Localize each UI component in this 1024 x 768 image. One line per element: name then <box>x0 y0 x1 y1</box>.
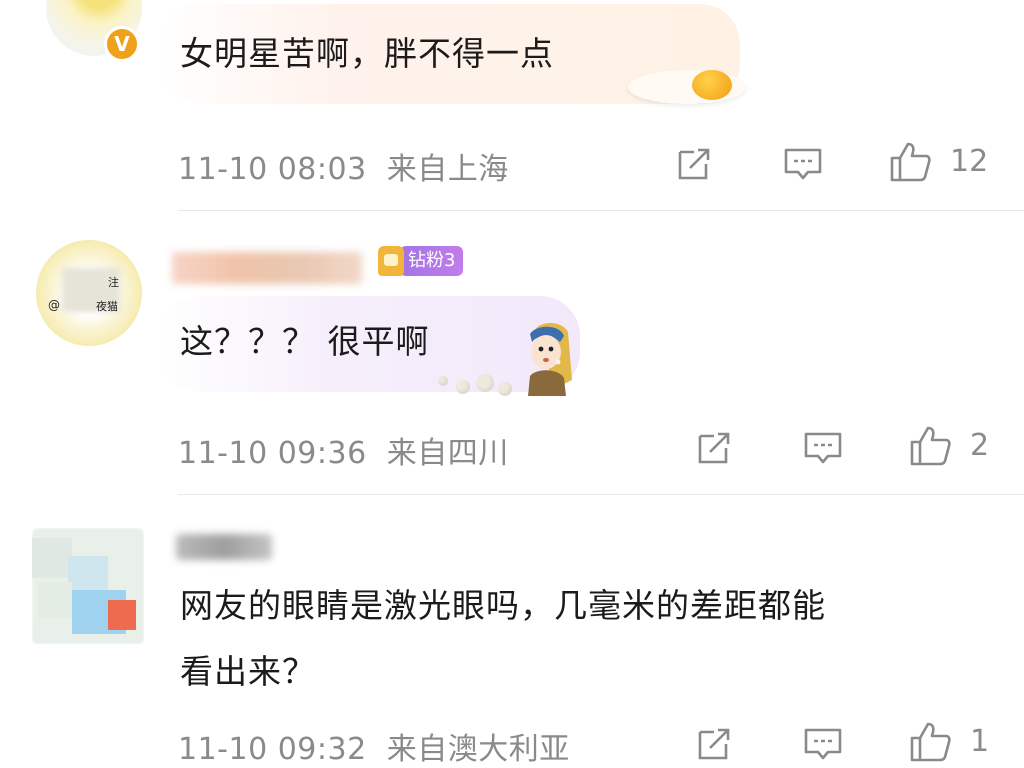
avatar[interactable] <box>32 528 144 644</box>
comment-icon[interactable] <box>802 724 844 764</box>
comment-3: 网友的眼睛是激光眼吗，几毫米的差距都能 看出来？ 11-10 09:32 来自澳… <box>0 0 1024 767</box>
comment-text-line-2: 看出来？ <box>180 652 316 691</box>
like-icon[interactable] <box>908 720 952 764</box>
like-count: 1 <box>970 724 990 759</box>
comment-meta: 11-10 09:32 来自澳大利亚 <box>178 724 570 768</box>
comment-text-line-1: 网友的眼睛是激光眼吗，几毫米的差距都能 <box>180 586 826 625</box>
username-blurred[interactable] <box>176 534 272 560</box>
share-icon[interactable] <box>694 724 734 764</box>
